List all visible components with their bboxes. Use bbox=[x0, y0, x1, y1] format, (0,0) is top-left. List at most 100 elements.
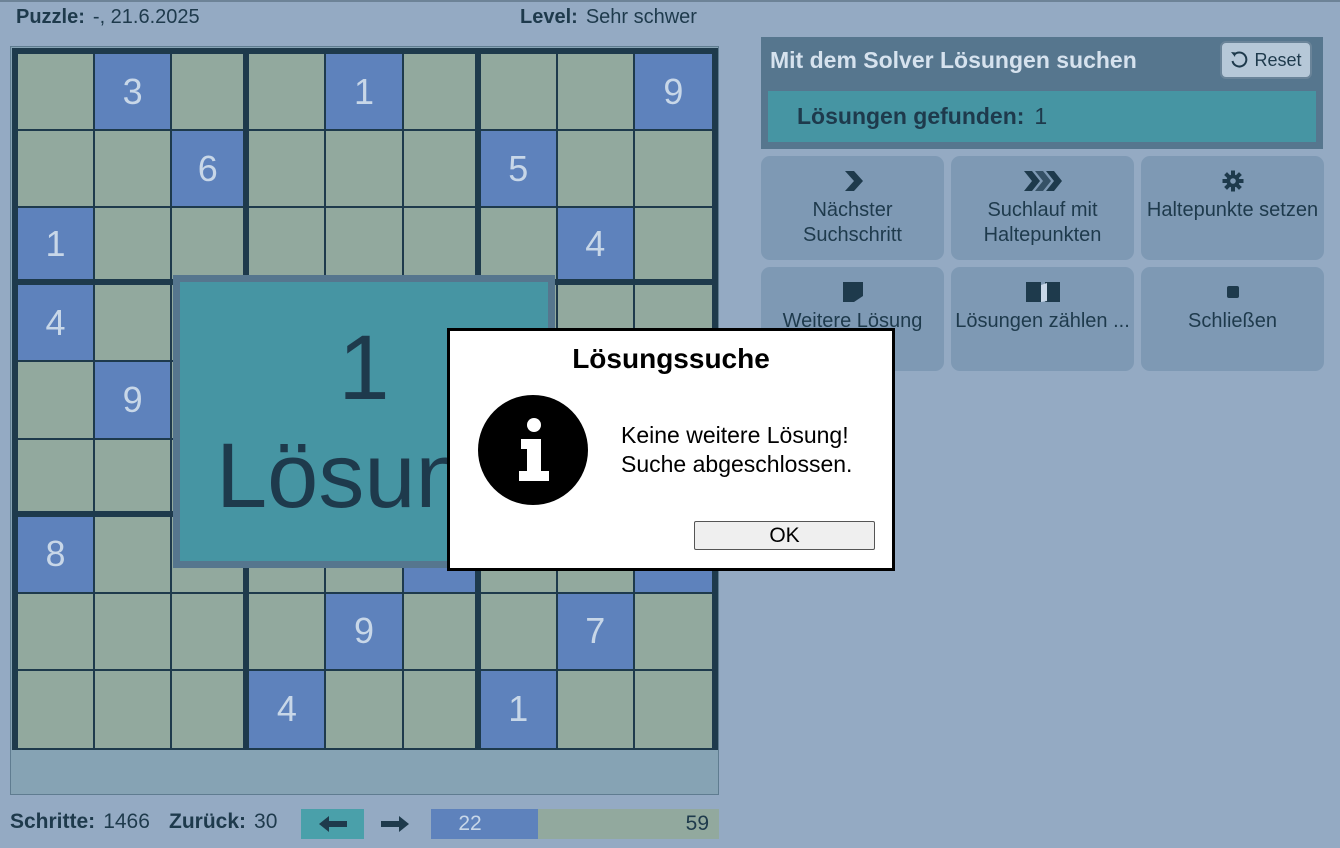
sudoku-cell[interactable]: 7 bbox=[557, 593, 635, 671]
sudoku-cell[interactable] bbox=[18, 54, 96, 132]
reset-label: Reset bbox=[1254, 49, 1302, 70]
solutions-found-bar: Lösungen gefunden: 1 bbox=[768, 91, 1316, 142]
sudoku-cell[interactable] bbox=[95, 131, 173, 209]
sudoku-cell[interactable]: 4 bbox=[557, 208, 635, 286]
steps-label: Schritte: bbox=[10, 810, 96, 833]
sudoku-cell[interactable]: 6 bbox=[172, 131, 250, 209]
sudoku-cell[interactable] bbox=[403, 131, 481, 209]
run-with-breakpoints-button[interactable]: Suchlauf mit Haltepunkten bbox=[951, 156, 1134, 260]
steps-info: Schritte: 1466 bbox=[10, 810, 150, 834]
overlay-label: Lösun bbox=[216, 425, 467, 527]
progress-current: 22 bbox=[458, 812, 482, 835]
arrow-left-icon bbox=[318, 816, 347, 832]
sudoku-cell[interactable] bbox=[95, 516, 173, 594]
info-icon bbox=[478, 395, 588, 505]
sudoku-cell[interactable] bbox=[172, 208, 250, 286]
reset-icon bbox=[1231, 51, 1248, 68]
puzzle-info: Puzzle: -, 21.6.2025 bbox=[16, 6, 200, 29]
sudoku-cell[interactable] bbox=[403, 54, 481, 132]
sudoku-cell[interactable]: 4 bbox=[249, 670, 327, 748]
sudoku-cell[interactable] bbox=[480, 54, 558, 132]
sudoku-cell[interactable] bbox=[95, 439, 173, 517]
reset-button[interactable]: Reset bbox=[1220, 41, 1312, 79]
sudoku-cell[interactable] bbox=[249, 208, 327, 286]
sudoku-cell[interactable] bbox=[557, 131, 635, 209]
close-button[interactable]: Schließen bbox=[1141, 267, 1324, 371]
sudoku-cell[interactable] bbox=[95, 593, 173, 671]
sudoku-cell[interactable] bbox=[18, 131, 96, 209]
steps-value: 1466 bbox=[103, 810, 150, 833]
puzzle-label: Puzzle: bbox=[16, 6, 85, 28]
sudoku-cell[interactable] bbox=[403, 670, 481, 748]
sudoku-cell[interactable] bbox=[249, 593, 327, 671]
solution-search-dialog: Lösungssuche Keine weitere Lösung! Suche… bbox=[447, 328, 895, 571]
sudoku-cell[interactable] bbox=[18, 362, 96, 440]
sudoku-cell[interactable] bbox=[172, 54, 250, 132]
dialog-title: Lösungssuche bbox=[572, 343, 770, 374]
arrow-right-icon bbox=[381, 816, 409, 832]
sudoku-cell[interactable] bbox=[249, 131, 327, 209]
top-border bbox=[0, 0, 1340, 2]
sudoku-cell[interactable] bbox=[95, 670, 173, 748]
sudoku-cell[interactable]: 1 bbox=[326, 54, 404, 132]
count-solutions-button[interactable]: Lösungen zählen ... bbox=[951, 267, 1134, 371]
sudoku-cell[interactable] bbox=[634, 208, 712, 286]
sudoku-cell[interactable] bbox=[18, 593, 96, 671]
dialog-message-line1: Keine weitere Lösung! bbox=[621, 422, 849, 448]
solver-title: Mit dem Solver Lösungen suchen bbox=[770, 47, 1137, 73]
chevron-right-icon bbox=[761, 166, 944, 196]
sudoku-cell[interactable] bbox=[403, 593, 481, 671]
close-label: Schließen bbox=[1188, 310, 1277, 332]
solutions-found-label: Lösungen gefunden: bbox=[797, 103, 1025, 129]
sudoku-cell[interactable] bbox=[326, 131, 404, 209]
stop-icon bbox=[1141, 277, 1324, 307]
next-step-button[interactable]: Nächster Suchschritt bbox=[761, 156, 944, 260]
back-info: Zurück: 30 bbox=[169, 810, 277, 834]
sudoku-cell[interactable] bbox=[480, 593, 558, 671]
dialog-message-line2: Suche abgeschlossen. bbox=[621, 451, 853, 477]
sudoku-cell[interactable] bbox=[95, 208, 173, 286]
back-value: 30 bbox=[254, 810, 278, 833]
sudoku-cell[interactable] bbox=[634, 670, 712, 748]
set-breakpoints-label: Haltepunkte setzen bbox=[1146, 199, 1319, 221]
sudoku-cell[interactable] bbox=[326, 670, 404, 748]
level-label: Level: bbox=[520, 6, 578, 28]
sudoku-cell[interactable] bbox=[95, 285, 173, 363]
run-with-breakpoints-label: Suchlauf mit Haltepunkten bbox=[983, 199, 1102, 246]
sudoku-cell[interactable]: 8 bbox=[18, 516, 96, 594]
sudoku-cell[interactable]: 9 bbox=[95, 362, 173, 440]
sudoku-cell[interactable]: 3 bbox=[95, 54, 173, 132]
undo-button[interactable] bbox=[301, 809, 364, 839]
sudoku-cell[interactable] bbox=[326, 208, 404, 286]
ok-button[interactable]: OK bbox=[694, 521, 875, 550]
solutions-found-value: 1 bbox=[1034, 103, 1048, 129]
sudoku-cell[interactable] bbox=[172, 670, 250, 748]
back-label: Zurück: bbox=[169, 810, 247, 833]
sudoku-cell[interactable]: 1 bbox=[480, 670, 558, 748]
level-info: Level: Sehr schwer bbox=[520, 6, 697, 29]
sudoku-cell[interactable] bbox=[634, 593, 712, 671]
sudoku-cell[interactable] bbox=[172, 593, 250, 671]
page-icon bbox=[761, 277, 944, 307]
sudoku-cell[interactable] bbox=[557, 670, 635, 748]
sudoku-cell[interactable] bbox=[557, 54, 635, 132]
redo-button[interactable] bbox=[372, 809, 418, 839]
step-progress-bar[interactable]: 22 59 bbox=[431, 809, 719, 839]
sudoku-cell[interactable] bbox=[634, 131, 712, 209]
level-value: Sehr schwer bbox=[585, 6, 697, 28]
solver-panel: Mit dem Solver Lösungen suchen Reset Lös… bbox=[761, 37, 1323, 149]
sudoku-cell[interactable] bbox=[480, 208, 558, 286]
double-chevron-right-icon bbox=[951, 166, 1134, 196]
sudoku-cell[interactable] bbox=[249, 54, 327, 132]
sudoku-cell[interactable]: 4 bbox=[18, 285, 96, 363]
sudoku-cell[interactable] bbox=[18, 670, 96, 748]
sudoku-cell[interactable] bbox=[403, 208, 481, 286]
sudoku-cell[interactable]: 5 bbox=[480, 131, 558, 209]
count-solutions-label: Lösungen zählen ... bbox=[955, 310, 1130, 332]
puzzle-value: -, 21.6.2025 bbox=[92, 6, 200, 28]
sudoku-cell[interactable]: 1 bbox=[18, 208, 96, 286]
sudoku-cell[interactable]: 9 bbox=[634, 54, 712, 132]
sudoku-cell[interactable]: 9 bbox=[326, 593, 404, 671]
set-breakpoints-button[interactable]: Haltepunkte setzen bbox=[1141, 156, 1324, 260]
sudoku-cell[interactable] bbox=[18, 439, 96, 517]
